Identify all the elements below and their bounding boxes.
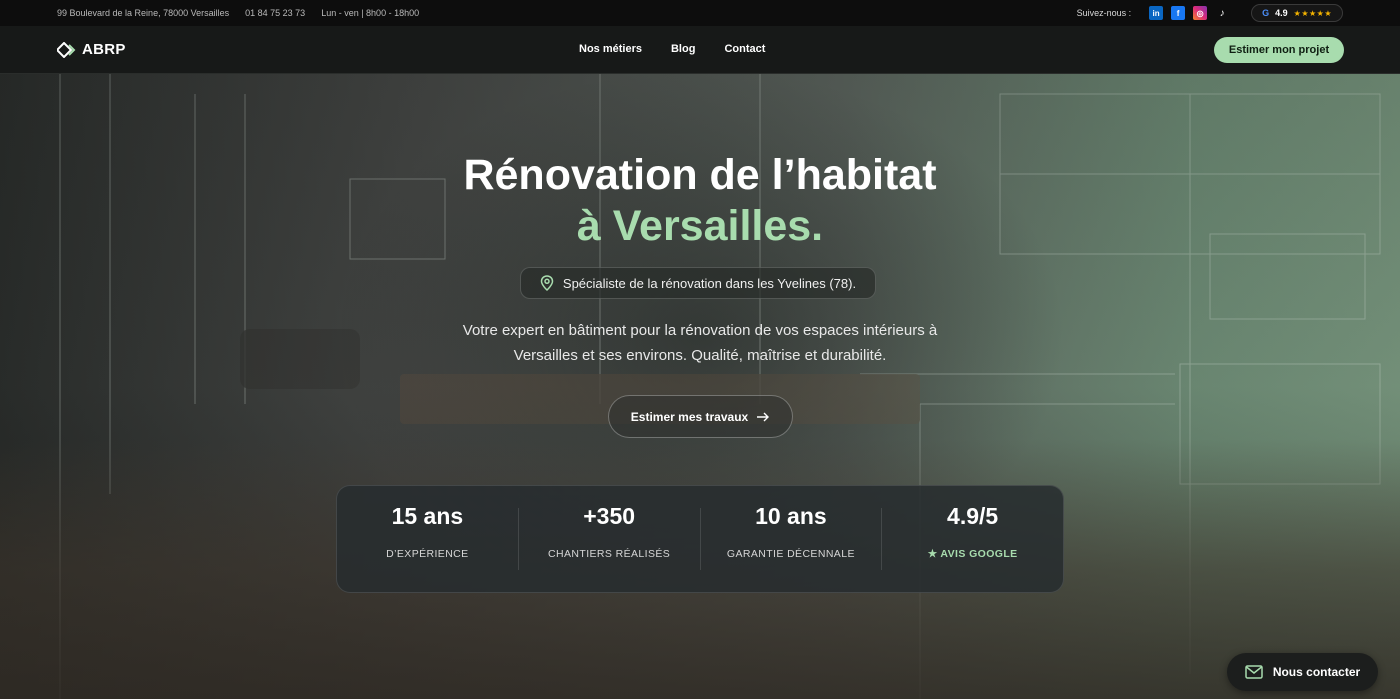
specialist-tag-text: Spécialiste de la rénovation dans les Yv… xyxy=(562,275,857,291)
arrow-right-icon xyxy=(757,412,770,421)
hero-title-highlight: à Versailles. xyxy=(576,202,824,250)
stat-label: D’EXPÉRIENCE xyxy=(386,548,469,560)
nav-menu: Nos métiers Blog Contact xyxy=(579,43,765,55)
address-text: 99 Boulevard de la Reine, 78000 Versaill… xyxy=(57,8,230,18)
main-navigation: ABRP Nos métiers Blog Contact Estimer mo… xyxy=(0,26,1400,74)
estimate-works-button[interactable]: Estimer mes travaux xyxy=(608,395,793,438)
google-rating-value: 4.9 xyxy=(1275,8,1288,18)
google-icon: G xyxy=(1262,8,1270,18)
stat-google-reviews: 4.9/5 ★ AVIS GOOGLE xyxy=(881,503,1063,570)
star-rating-icon: ★★★★★ xyxy=(1293,8,1332,18)
stat-experience: 15 ans D’EXPÉRIENCE xyxy=(337,503,518,570)
hours-text: Lun - ven | 8h00 - 18h00 xyxy=(321,8,420,18)
nav-item-contact[interactable]: Contact xyxy=(724,43,765,55)
facebook-icon[interactable]: f xyxy=(1171,6,1186,20)
logo-mark-icon xyxy=(57,41,76,58)
stat-projects: +350 CHANTIERS RÉALISÉS xyxy=(517,503,700,570)
logo-text: ABRP xyxy=(82,41,126,58)
map-pin-icon xyxy=(540,275,554,291)
estimate-project-button[interactable]: Estimer mon projet xyxy=(1214,37,1344,63)
linkedin-icon[interactable]: in xyxy=(1149,6,1164,20)
phone-link[interactable]: 01 84 75 23 73 xyxy=(245,8,305,18)
hero-description: Votre expert en bâtiment pour la rénovat… xyxy=(400,318,1000,368)
top-info-bar: 99 Boulevard de la Reine, 78000 Versaill… xyxy=(0,0,1400,26)
google-rating-badge[interactable]: G 4.9 ★★★★★ xyxy=(1251,4,1343,22)
stats-panel: 15 ans D’EXPÉRIENCE +350 CHANTIERS RÉALI… xyxy=(336,485,1064,593)
stat-warranty: 10 ans GARANTIE DÉCENNALE xyxy=(699,503,882,570)
stat-label: CHANTIERS RÉALISÉS xyxy=(548,548,671,560)
stat-value: 10 ans xyxy=(755,503,827,529)
mail-icon xyxy=(1245,665,1263,679)
hero-description-line1: Votre expert en bâtiment pour la rénovat… xyxy=(462,322,938,339)
specialist-tag: Spécialiste de la rénovation dans les Yv… xyxy=(520,267,876,299)
estimate-works-label: Estimer mes travaux xyxy=(630,409,749,424)
stat-label: GARANTIE DÉCENNALE xyxy=(726,548,855,560)
stat-value: +350 xyxy=(583,503,636,529)
nav-item-nos-metiers[interactable]: Nos métiers xyxy=(579,43,642,55)
floating-contact-button[interactable]: Nous contacter xyxy=(1227,653,1378,691)
nav-item-blog[interactable]: Blog xyxy=(671,43,695,55)
logo[interactable]: ABRP xyxy=(57,41,126,58)
instagram-icon[interactable]: ◎ xyxy=(1193,6,1208,20)
follow-label: Suivez-nous : xyxy=(1076,8,1132,18)
hero-description-line2: Versailles et ses environs. Qualité, maî… xyxy=(513,347,887,364)
stat-value: 15 ans xyxy=(391,503,464,529)
floating-contact-label: Nous contacter xyxy=(1272,665,1361,679)
stat-label: ★ AVIS GOOGLE xyxy=(927,548,1018,560)
stat-value: 4.9/5 xyxy=(947,503,999,529)
hero-title: Rénovation de l’habitat xyxy=(463,151,937,199)
tiktok-icon[interactable]: ♪ xyxy=(1215,6,1229,20)
